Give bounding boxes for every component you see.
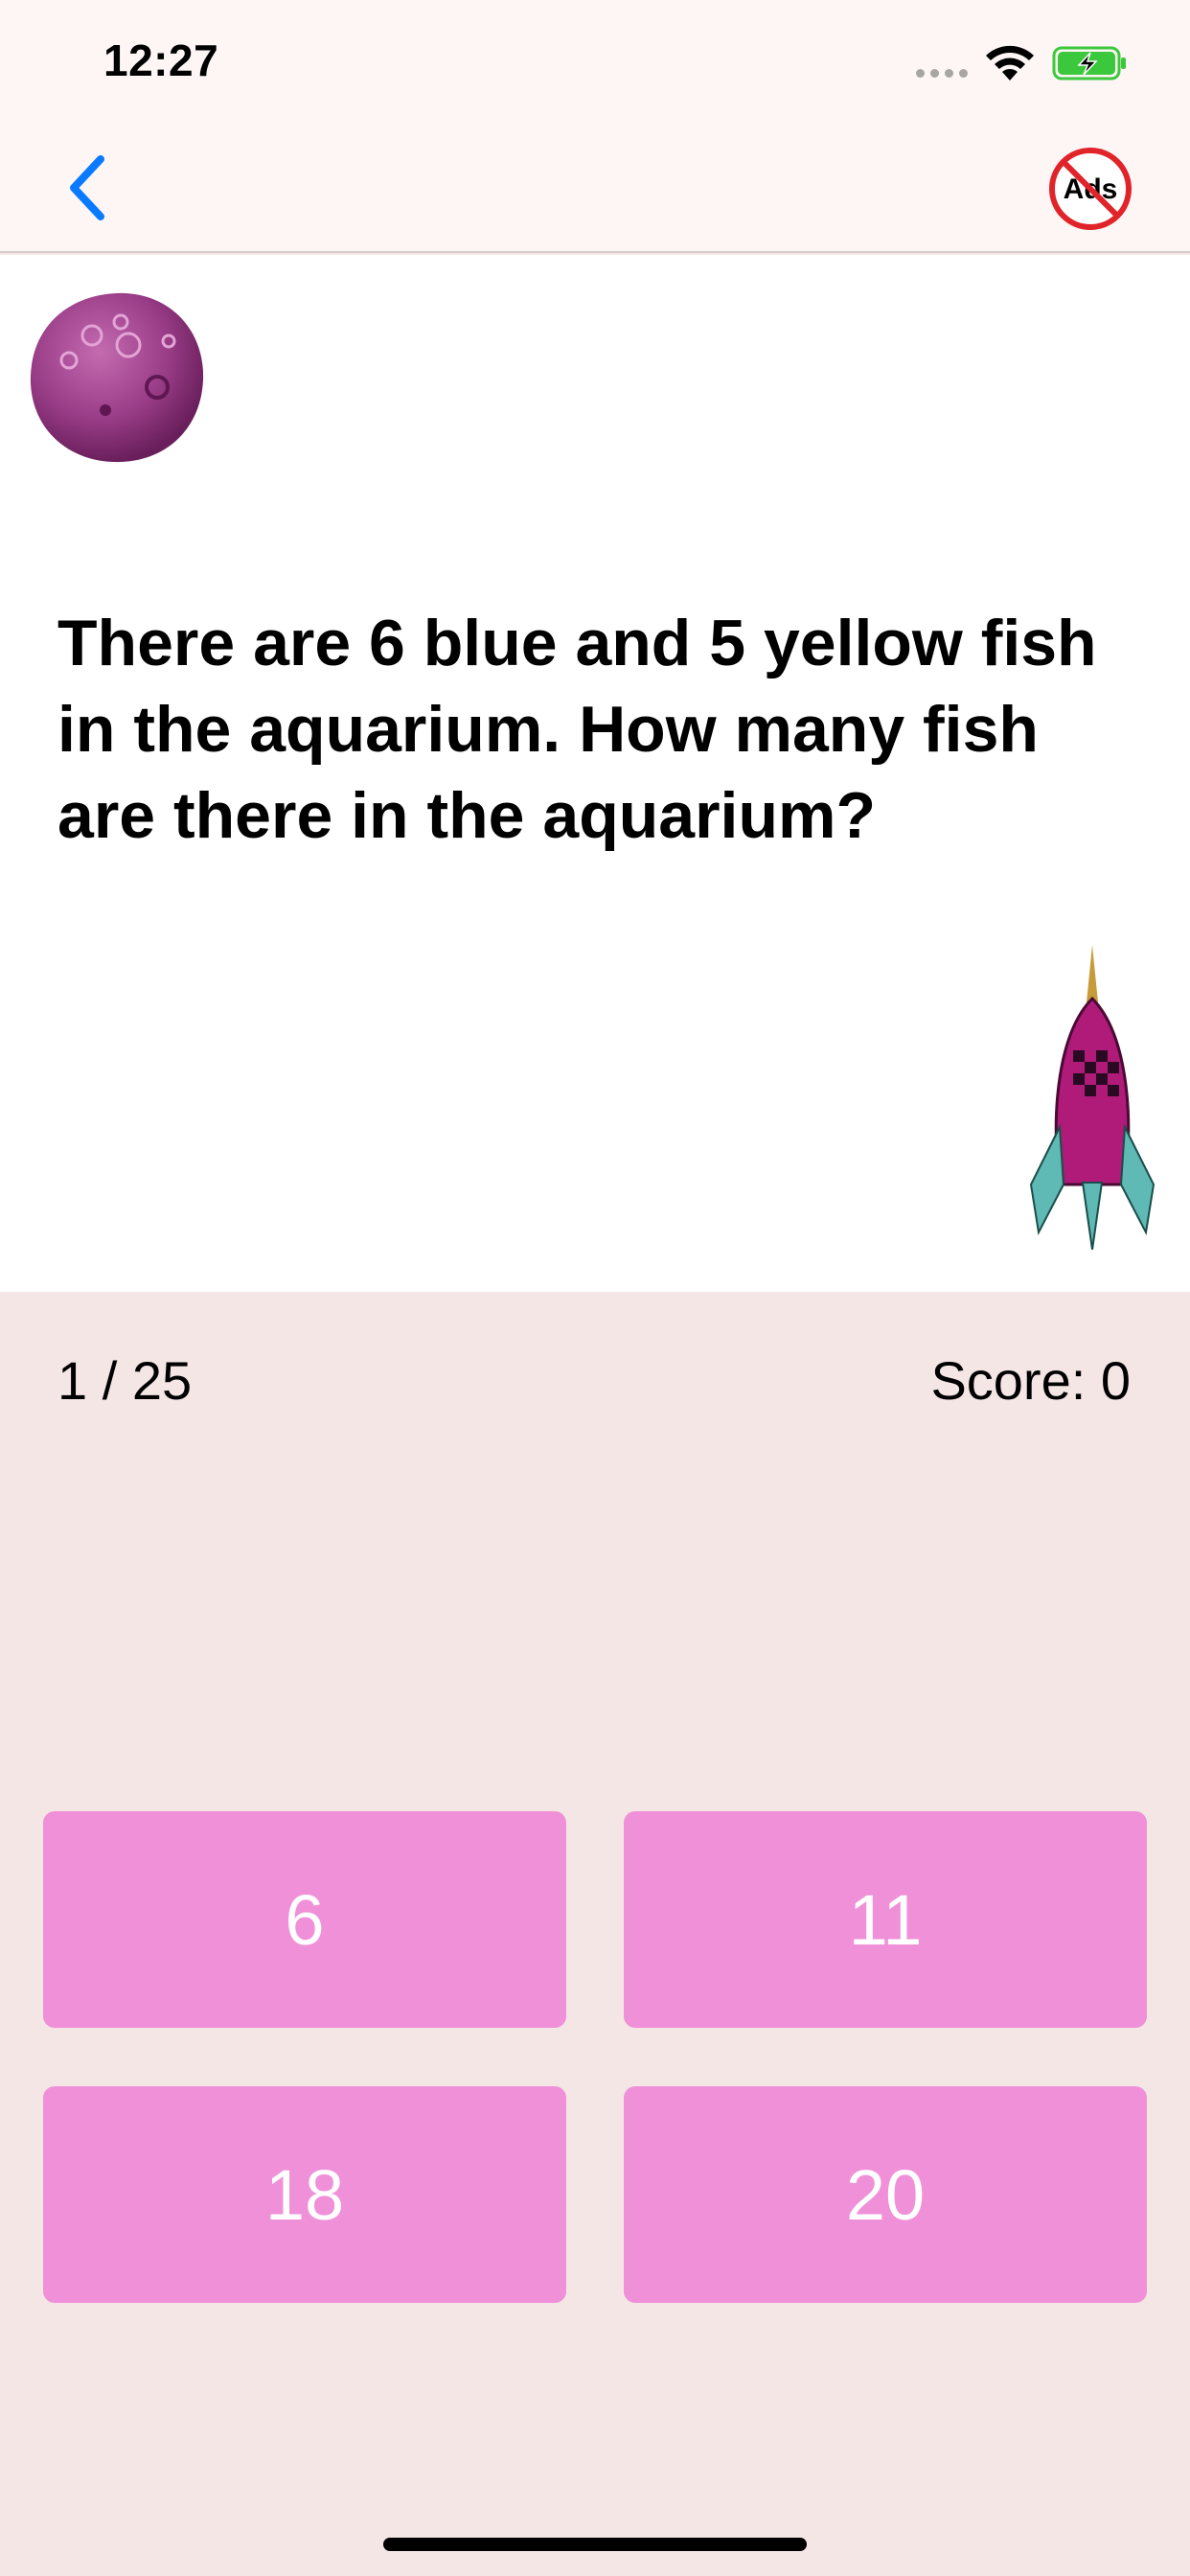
status-time: 12:27 (103, 35, 219, 85)
chevron-left-icon (70, 155, 104, 220)
battery-charging-icon (1052, 46, 1126, 80)
top-bar: 12:27 Ads (0, 0, 1190, 253)
planet-icon (30, 292, 204, 463)
progress-counter: 1 / 25 (57, 1350, 193, 1411)
answer-panel: 1 / 25 Score: 0 6 11 18 20 (0, 1292, 1190, 2576)
answer-button-3[interactable]: 18 (43, 2086, 566, 2303)
answer-button-1[interactable]: 6 (43, 1811, 566, 2028)
answer-button-2[interactable]: 11 (624, 1811, 1147, 2028)
signal-dots-icon (916, 69, 968, 78)
home-indicator[interactable] (383, 2538, 807, 2551)
quiz-screen: 12:27 Ads (0, 0, 1190, 2576)
question-text: There are 6 blue and 5 yellow fish in th… (57, 607, 1097, 852)
wifi-icon (986, 45, 1034, 80)
no-ads-icon: Ads (1049, 148, 1132, 230)
score-label: Score: 0 (930, 1350, 1131, 1411)
back-button[interactable] (54, 151, 121, 224)
question-panel: There are 6 blue and 5 yellow fish in th… (0, 255, 1190, 1292)
answer-button-4[interactable]: 20 (624, 2086, 1147, 2303)
rocket-icon (1029, 945, 1156, 1250)
remove-ads-button[interactable]: Ads (1047, 146, 1133, 232)
